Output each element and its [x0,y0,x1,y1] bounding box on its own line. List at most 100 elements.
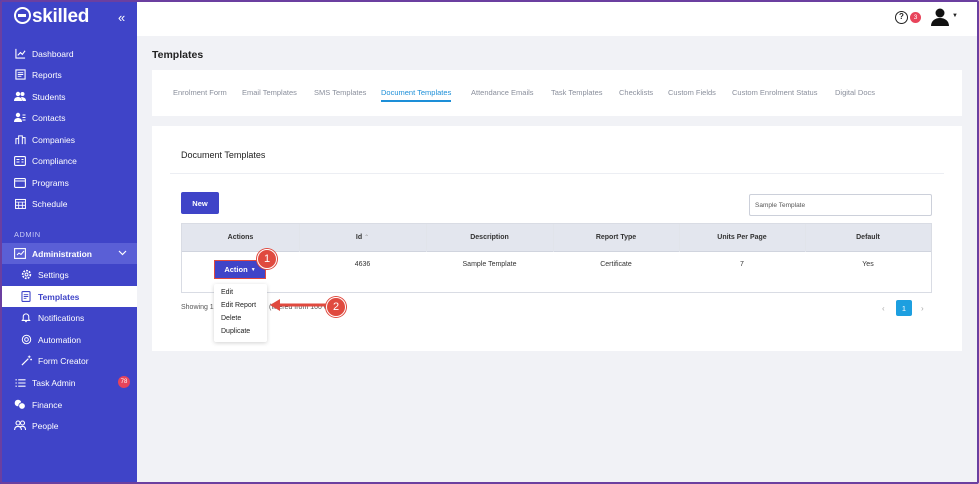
pagination-prev[interactable]: ‹ [882,304,885,313]
logo-e-icon [14,7,31,24]
task-count-badge: 78 [118,376,130,388]
menu-item-edit-report[interactable]: Edit Report [221,302,256,309]
notification-badge[interactable]: 3 [910,12,921,23]
bell-icon [20,312,32,324]
sort-icon[interactable]: ⌃ [364,235,369,241]
sidebar-item-students[interactable]: Students [0,86,137,107]
sidebar-item-label: Form Creator [38,355,89,366]
divider [170,173,944,174]
sidebar-item-label: Companies [32,134,75,145]
user-avatar-icon[interactable] [930,7,950,32]
gear-icon [20,269,32,281]
sidebar-item-label: Task Admin [32,377,76,388]
wand-icon [20,355,32,367]
help-icon[interactable]: ? [895,11,908,24]
action-menu: Edit Edit Report Delete Duplicate [214,284,267,342]
sidebar-item-label: Reports [32,69,62,80]
sidebar-item-label: Finance [32,399,63,410]
col-id[interactable]: Id ⌃ [299,234,426,241]
sidebar-item-settings[interactable]: Settings [0,264,137,285]
sidebar-item-finance[interactable]: Finance [0,394,137,415]
tab-sms-templates[interactable]: SMS Templates [314,88,366,97]
tab-custom-fields[interactable]: Custom Fields [668,88,716,97]
sidebar-item-label: Students [32,91,66,102]
col-report-type[interactable]: Report Type [553,234,679,241]
user-menu-caret-icon[interactable]: ▼ [952,13,958,19]
sidebar-item-contacts[interactable]: Contacts [0,107,137,128]
sidebar-item-reports[interactable]: Reports [0,64,137,85]
menu-item-edit[interactable]: Edit [221,289,233,296]
table-row: Action ▼ 4636 Sample Template Certificat… [182,252,931,292]
cell-report-type: Certificate [600,261,632,268]
automation-icon [20,334,32,346]
cell-description: Sample Template [462,261,517,268]
sidebar-item-schedule[interactable]: Schedule [0,193,137,214]
sidebar-item-dashboard[interactable]: Dashboard [0,43,137,64]
template-tabs: Enrolment Form Email Templates SMS Templ… [152,70,962,116]
callout-1: 1 [257,249,277,269]
action-label: Action [224,265,248,274]
templates-table: Actions Id ⌃ Description Report Type Uni… [181,223,932,293]
sidebar-item-label: Programs [32,177,69,188]
tab-checklists[interactable]: Checklists [619,88,653,97]
collapse-sidebar-button[interactable]: « [118,10,125,25]
sidebar-item-label: People [32,420,59,431]
logo-text: skilled [32,6,90,27]
cell-units-per-page: 7 [740,261,744,268]
tab-enrolment-form[interactable]: Enrolment Form [173,88,227,97]
sidebar-item-notifications[interactable]: Notifications [0,307,137,328]
sidebar: skilled « Dashboard Reports Students Con… [0,0,137,484]
callout-2: 2 [326,297,346,317]
sidebar-item-label: Compliance [32,155,77,166]
tab-task-templates[interactable]: Task Templates [551,88,603,97]
id-card-icon [14,155,26,167]
sidebar-item-administration[interactable]: Administration [0,243,137,264]
sidebar-item-label: Administration [32,248,92,259]
topbar: ? 3 ▼ [137,0,979,36]
sidebar-item-companies[interactable]: Companies [0,129,137,150]
sidebar-item-label: Automation [38,334,81,345]
sidebar-item-compliance[interactable]: Compliance [0,150,137,171]
building-icon [14,134,26,146]
admin-icon [14,248,26,260]
tab-custom-enrolment-status[interactable]: Custom Enrolment Status [732,88,817,97]
menu-item-duplicate[interactable]: Duplicate [221,328,250,335]
showing-entries-text: Showing 1 [181,304,214,311]
users-icon [14,91,26,103]
page-title: Templates [152,49,204,61]
col-default[interactable]: Default [805,234,931,241]
sidebar-item-label: Schedule [32,198,68,209]
menu-item-delete[interactable]: Delete [221,315,241,322]
tab-attendance-emails[interactable]: Attendance Emails [471,88,534,97]
col-description[interactable]: Description [426,234,553,241]
pagination-page-1[interactable]: 1 [896,300,912,316]
sidebar-item-templates[interactable]: Templates [0,286,137,307]
template-icon [20,291,32,303]
sidebar-item-label: Dashboard [32,48,74,59]
new-template-button[interactable]: New [181,192,219,214]
chart-line-icon [14,48,26,60]
sidebar-item-people[interactable]: People [0,415,137,436]
cell-id: 4636 [354,261,371,268]
sidebar-item-automation[interactable]: Automation [0,329,137,350]
eskilled-logo[interactable]: skilled [14,6,89,28]
people-icon [14,420,26,432]
document-templates-card: Document Templates New Actions Id ⌃ Desc… [152,126,962,351]
window-icon [14,177,26,189]
col-id-label: Id [355,234,363,241]
col-units-per-page[interactable]: Units Per Page [679,234,805,241]
coins-icon [14,399,26,411]
pagination-next[interactable]: › [921,304,924,313]
sidebar-item-programs[interactable]: Programs [0,172,137,193]
callout-arrow-icon [270,299,326,311]
caret-down-icon: ▼ [250,266,256,273]
calendar-icon [14,198,26,210]
tab-digital-docs[interactable]: Digital Docs [835,88,875,97]
tab-document-templates[interactable]: Document Templates [381,88,452,102]
sidebar-item-form-creator[interactable]: Form Creator [0,350,137,371]
list-icon [14,377,26,389]
sidebar-item-task-admin[interactable]: Task Admin 78 [0,372,137,393]
search-input[interactable] [749,194,932,216]
sidebar-item-label: Notifications [38,312,85,323]
tab-email-templates[interactable]: Email Templates [242,88,297,97]
